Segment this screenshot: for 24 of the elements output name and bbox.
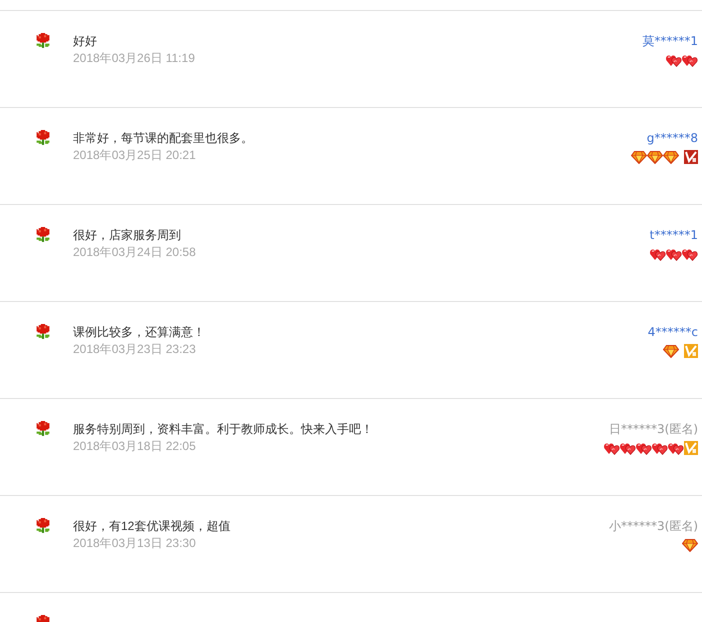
flower-icon xyxy=(35,33,51,49)
flower-icon xyxy=(35,518,51,534)
username[interactable]: 莫******1 xyxy=(642,33,698,49)
review-comment: 服务特别周到，资料丰富。利于教师成长。快来入手吧！ xyxy=(73,421,373,437)
review-comment: 很好，店家服务周到 xyxy=(73,227,182,243)
username[interactable]: t******1 xyxy=(650,227,698,243)
username: 日******3(匿名) xyxy=(609,421,698,437)
flower-icon xyxy=(35,227,51,243)
flower-icon xyxy=(35,324,51,340)
review-date: 2018年03月18日 22:05 xyxy=(73,438,197,455)
review-comment: 非常好，每节课的配套里也很多。 xyxy=(73,130,253,146)
flower-icon xyxy=(35,421,51,437)
review-comment: 很好，有12套优课视频，超值 xyxy=(73,518,230,534)
review-date: 2018年03月23日 23:23 xyxy=(73,341,197,358)
review-comment: 好好 xyxy=(73,33,98,49)
flower-icon xyxy=(35,130,51,146)
username[interactable]: 4******c xyxy=(648,324,698,340)
username[interactable]: g******8 xyxy=(646,130,698,146)
review-comment: 课例比较多，还算满意！ xyxy=(73,324,205,340)
review-date: 2018年03月26日 11:19 xyxy=(73,50,195,67)
username: 小******3(匿名) xyxy=(609,518,698,534)
review-date: 2018年03月24日 20:58 xyxy=(73,244,196,261)
review-date: 2018年03月25日 20:21 xyxy=(73,147,197,164)
review-date: 2018年03月13日 23:30 xyxy=(73,535,197,552)
